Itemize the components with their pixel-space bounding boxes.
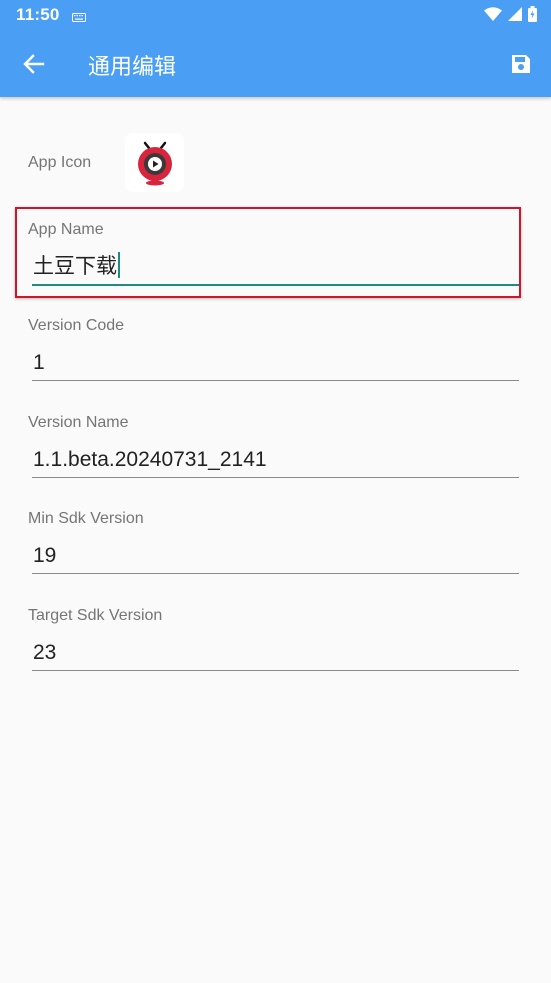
app-name-value: 土豆下载 bbox=[33, 255, 117, 278]
target-sdk-label: Target Sdk Version bbox=[28, 607, 163, 624]
version-code-field: Version Code 1 bbox=[28, 316, 519, 381]
target-sdk-value: 23 bbox=[33, 641, 57, 664]
min-sdk-value: 19 bbox=[33, 544, 57, 567]
target-sdk-input[interactable]: 23 bbox=[32, 638, 519, 671]
target-sdk-field: Target Sdk Version 23 bbox=[28, 606, 519, 671]
version-name-label: Version Name bbox=[28, 414, 129, 431]
min-sdk-field: Min Sdk Version 19 bbox=[28, 509, 519, 574]
version-name-input[interactable]: 1.1.beta.20240731_2141 bbox=[32, 445, 519, 478]
min-sdk-label: Min Sdk Version bbox=[28, 510, 144, 527]
app-bar: 通用编辑 bbox=[0, 30, 551, 97]
min-sdk-input[interactable]: 19 bbox=[32, 541, 519, 574]
wifi-icon bbox=[484, 6, 502, 27]
back-button[interactable] bbox=[14, 44, 54, 84]
app-icon-label: App Icon bbox=[28, 154, 92, 171]
page-title: 通用编辑 bbox=[88, 55, 177, 80]
text-cursor bbox=[118, 252, 120, 279]
version-code-input[interactable]: 1 bbox=[32, 348, 519, 381]
save-icon bbox=[512, 55, 530, 73]
version-name-field: Version Name 1.1.beta.20240731_2141 bbox=[28, 413, 519, 478]
version-name-value: 1.1.beta.20240731_2141 bbox=[33, 448, 267, 471]
status-time: 11:50 bbox=[16, 5, 60, 24]
app-name-input[interactable]: 土豆下载 bbox=[32, 252, 519, 286]
save-button[interactable] bbox=[501, 44, 541, 84]
back-arrow-icon bbox=[23, 54, 45, 74]
app-name-field: App Name 土豆下载 bbox=[28, 220, 519, 286]
app-name-label: App Name bbox=[28, 221, 104, 238]
signal-icon bbox=[508, 6, 522, 27]
version-code-value: 1 bbox=[33, 351, 45, 374]
keyboard-icon bbox=[72, 9, 86, 27]
version-code-label: Version Code bbox=[28, 317, 125, 334]
status-bar: 11:50 bbox=[0, 0, 551, 30]
app-icon[interactable] bbox=[125, 133, 184, 192]
battery-icon bbox=[528, 6, 537, 27]
